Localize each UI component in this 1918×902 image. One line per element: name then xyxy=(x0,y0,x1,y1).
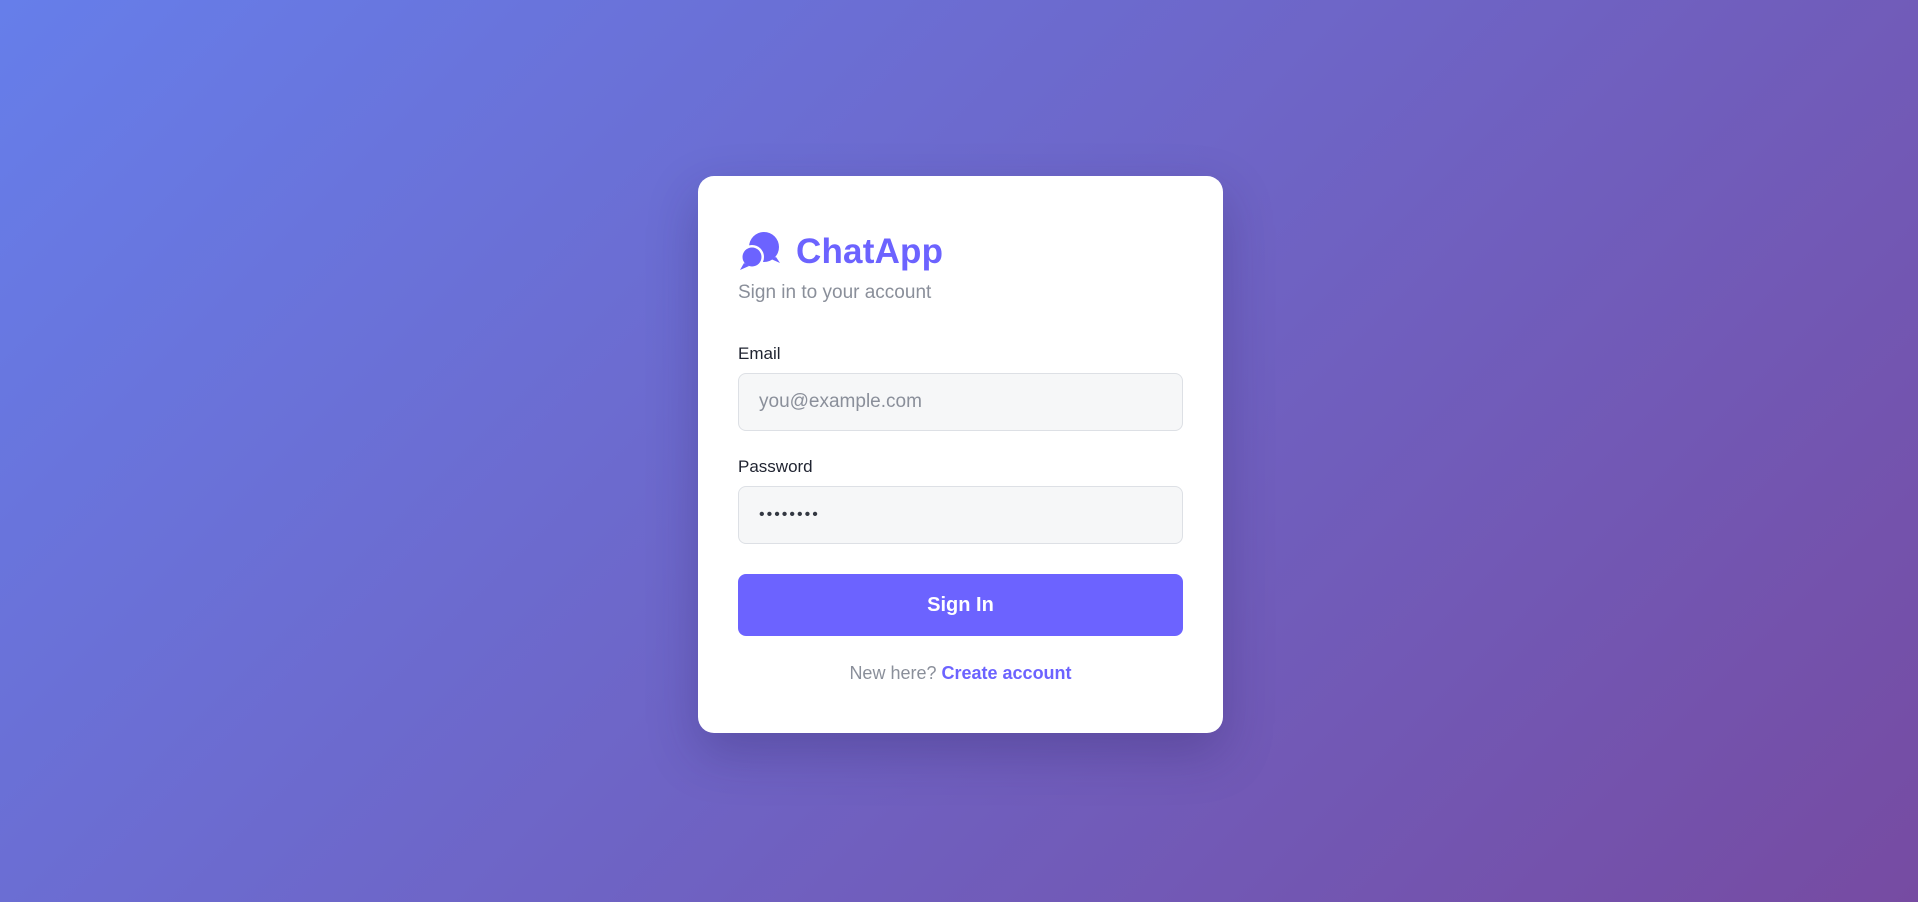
brand-header: ChatApp xyxy=(738,228,1183,276)
signup-prompt: New here? Create account xyxy=(738,663,1183,684)
create-account-link[interactable]: Create account xyxy=(942,663,1072,683)
chat-bubbles-icon xyxy=(738,230,782,274)
email-label: Email xyxy=(738,344,781,363)
password-label: Password xyxy=(738,457,813,476)
email-field[interactable] xyxy=(738,373,1183,431)
login-card: ChatApp Sign in to your account Email Pa… xyxy=(698,176,1223,733)
page-subtitle: Sign in to your account xyxy=(738,282,932,303)
app-title: ChatApp xyxy=(796,232,944,271)
password-field[interactable] xyxy=(738,486,1183,544)
signup-prompt-text: New here? xyxy=(849,663,937,683)
sign-in-button[interactable]: Sign In xyxy=(738,574,1183,636)
